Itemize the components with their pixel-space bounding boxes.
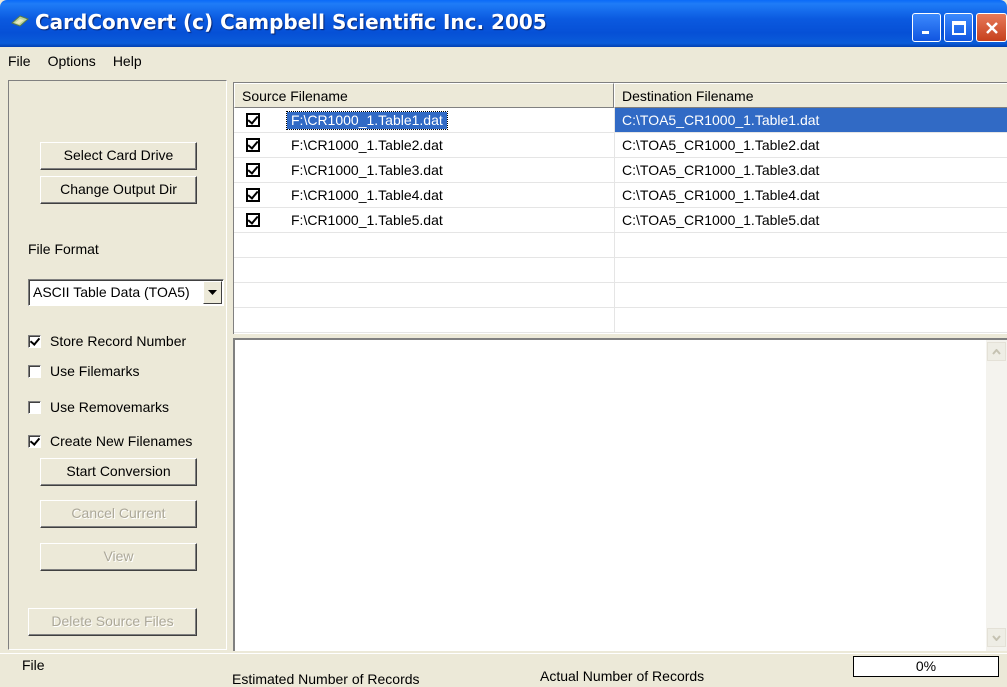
use-filemarks-checkbox[interactable]: Use Filemarks — [28, 363, 139, 379]
file-row[interactable]: F:\CR1000_1.Table5.dat C:\TOA5_CR1000_1.T… — [234, 208, 1007, 233]
window-title: CardConvert (c) Campbell Scientific Inc.… — [35, 10, 547, 34]
column-header-source[interactable]: Source Filename — [234, 83, 614, 108]
column-header-destination[interactable]: Destination Filename — [614, 83, 1007, 108]
column-divider — [614, 158, 615, 183]
source-filename: F:\CR1000_1.Table1.dat — [286, 111, 448, 130]
select-card-drive-button[interactable]: Select Card Drive — [40, 142, 197, 170]
file-row[interactable]: F:\CR1000_1.Table1.dat C:\TOA5_CR1000_1.T… — [234, 108, 1007, 133]
change-output-dir-button[interactable]: Change Output Dir — [40, 176, 197, 204]
file-list[interactable]: Source Filename Destination Filename F:\… — [233, 82, 1007, 334]
column-divider — [614, 183, 615, 208]
checkbox-label: Use Removemarks — [50, 399, 170, 415]
row-checkbox[interactable] — [246, 163, 260, 177]
scroll-up-button[interactable] — [987, 342, 1006, 361]
destination-filename: C:\TOA5_CR1000_1.Table2.dat — [622, 137, 820, 153]
destination-filename: C:\TOA5_CR1000_1.Table5.dat — [622, 212, 820, 228]
dropdown-arrow-icon — [208, 289, 217, 295]
title-bar[interactable]: CardConvert (c) Campbell Scientific Inc.… — [0, 0, 1007, 47]
file-row[interactable]: F:\CR1000_1.Table2.dat C:\TOA5_CR1000_1.T… — [234, 133, 1007, 158]
checkbox-label: Use Filemarks — [50, 363, 140, 379]
start-conversion-button[interactable]: Start Conversion — [40, 458, 197, 486]
empty-row — [234, 233, 1007, 258]
column-divider — [614, 208, 615, 233]
menu-bar: File Options Help — [0, 47, 1007, 75]
app-icon — [11, 15, 29, 27]
create-new-filenames-checkbox[interactable]: Create New Filenames — [28, 433, 192, 449]
progress-indicator: 0% — [853, 656, 999, 677]
empty-row — [234, 258, 1007, 283]
column-divider — [614, 133, 615, 158]
empty-row — [234, 283, 1007, 308]
destination-filename: C:\TOA5_CR1000_1.Table3.dat — [622, 162, 820, 178]
close-button[interactable] — [976, 13, 1007, 42]
scroll-down-icon — [992, 634, 1001, 641]
file-row[interactable]: F:\CR1000_1.Table4.dat C:\TOA5_CR1000_1.T… — [234, 183, 1007, 208]
minimize-icon — [921, 30, 929, 34]
maximize-icon — [951, 20, 966, 35]
row-checkbox[interactable] — [246, 138, 260, 152]
checkbox-box[interactable] — [28, 334, 41, 348]
minimize-button[interactable] — [912, 13, 941, 42]
column-divider — [614, 108, 615, 133]
dropdown-button[interactable] — [203, 281, 222, 304]
estimated-records-label: Estimated Number of Records — [232, 671, 420, 687]
file-format-value: ASCII Table Data (TOA5) — [33, 284, 190, 300]
maximize-button[interactable] — [944, 13, 973, 42]
row-checkbox[interactable] — [246, 213, 260, 227]
file-format-select[interactable]: ASCII Table Data (TOA5) — [28, 279, 224, 306]
checkbox-box[interactable] — [28, 434, 41, 448]
file-row[interactable]: F:\CR1000_1.Table3.dat C:\TOA5_CR1000_1.T… — [234, 158, 1007, 183]
row-checkbox[interactable] — [246, 188, 260, 202]
status-file-label: File — [22, 657, 45, 673]
store-record-number-checkbox[interactable]: Store Record Number — [28, 333, 186, 349]
scroll-down-button[interactable] — [987, 628, 1006, 647]
destination-filename: C:\TOA5_CR1000_1.Table4.dat — [622, 187, 820, 203]
file-format-label: File Format — [28, 241, 99, 257]
menu-file[interactable]: File — [0, 53, 40, 69]
conversion-log[interactable] — [233, 338, 1007, 651]
list-header: Source Filename Destination Filename — [234, 83, 1007, 108]
empty-row — [234, 308, 1007, 333]
status-bar: File Estimated Number of Records Actual … — [0, 653, 1007, 687]
checkbox-label: Create New Filenames — [50, 433, 193, 449]
actual-records-label: Actual Number of Records — [540, 668, 705, 684]
checkbox-box[interactable] — [28, 400, 41, 414]
close-icon — [985, 21, 998, 34]
cancel-current-button[interactable]: Cancel Current — [40, 500, 197, 528]
source-filename: F:\CR1000_1.Table3.dat — [291, 162, 443, 178]
use-removemarks-checkbox[interactable]: Use Removemarks — [28, 399, 169, 415]
source-filename: F:\CR1000_1.Table5.dat — [291, 212, 443, 228]
scroll-up-icon — [992, 348, 1001, 355]
checkbox-label: Store Record Number — [50, 333, 187, 349]
view-button[interactable]: View — [40, 543, 197, 571]
source-filename: F:\CR1000_1.Table4.dat — [291, 187, 443, 203]
vertical-scrollbar[interactable] — [986, 340, 1007, 651]
menu-help[interactable]: Help — [105, 53, 151, 69]
row-checkbox[interactable] — [246, 113, 260, 127]
source-filename: F:\CR1000_1.Table2.dat — [291, 137, 443, 153]
checkbox-box[interactable] — [28, 364, 41, 378]
destination-filename: C:\TOA5_CR1000_1.Table1.dat — [622, 112, 820, 128]
menu-options[interactable]: Options — [40, 53, 105, 69]
delete-source-files-button[interactable]: Delete Source Files — [28, 608, 197, 636]
